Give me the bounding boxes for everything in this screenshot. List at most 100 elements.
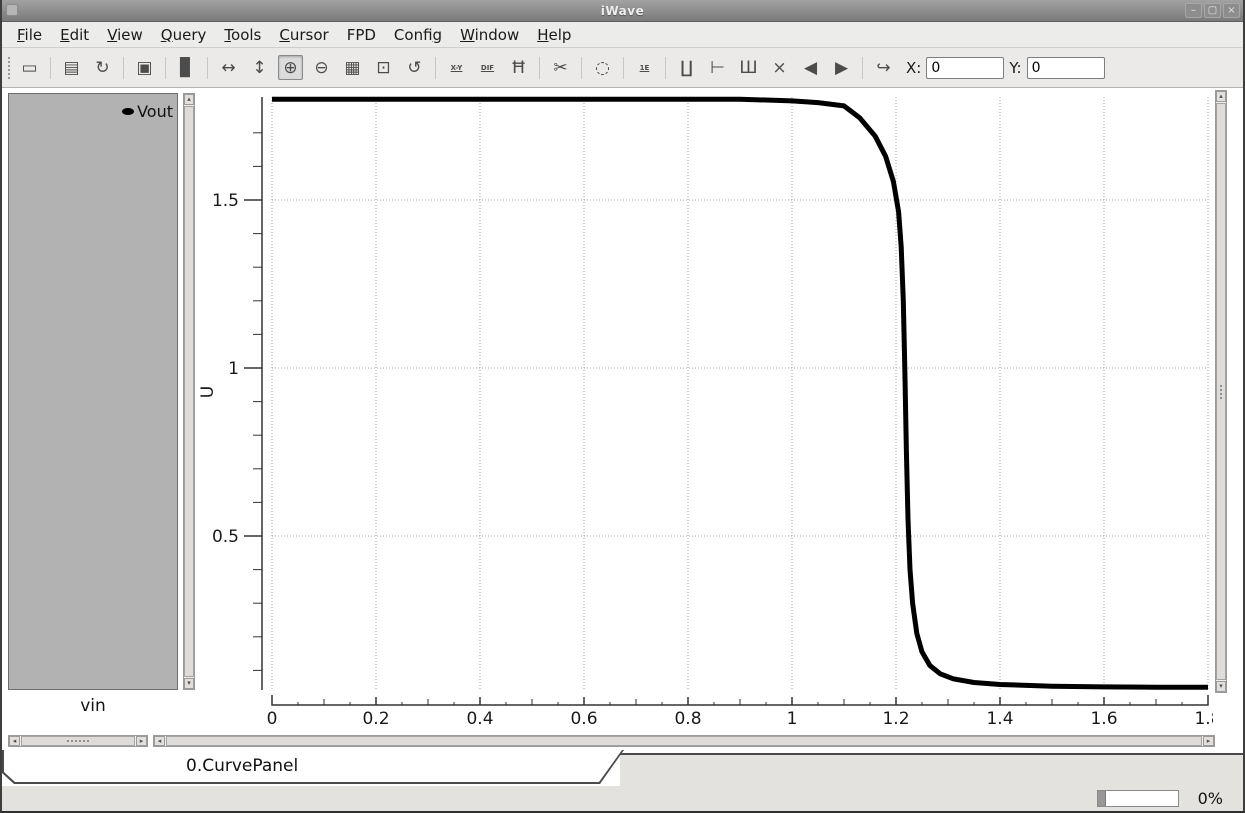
toolbar-separator: [665, 57, 666, 79]
svg-text:1.6: 1.6: [1090, 709, 1117, 729]
xy-plot-icon[interactable]: X-Y: [444, 55, 469, 80]
title-bar[interactable]: iWave – ▢ ×: [2, 0, 1243, 22]
toolbar-separator: [539, 57, 540, 79]
scroll-right-icon[interactable]: ▸: [1203, 736, 1214, 746]
tab-curvepanel[interactable]: 0.CurvePanel: [2, 750, 624, 784]
y-coordinate-label: Y:: [1009, 59, 1021, 77]
toolbar-separator: [123, 57, 124, 79]
probe-icon[interactable]: ✂: [548, 55, 573, 80]
scroll-down-icon[interactable]: ▾: [1216, 681, 1226, 692]
open-folder-icon[interactable]: ▤: [59, 55, 84, 80]
main-area: Vout ▴ ▾ 0.511.5U ▴ ▾ 00.20.40.60.811.21…: [2, 88, 1243, 750]
menu-help[interactable]: Help: [528, 24, 580, 46]
plot-horizontal-scrollbar[interactable]: ◂ ▸: [153, 735, 1215, 747]
x-coordinate-input[interactable]: [926, 57, 1004, 79]
scroll-up-icon[interactable]: ▴: [1216, 91, 1226, 102]
svg-text:0.6: 0.6: [570, 709, 597, 729]
toolbar-separator: [581, 57, 582, 79]
menu-view[interactable]: View: [98, 24, 152, 46]
toolbar-separator: [207, 57, 208, 79]
vout-series-label: Vout: [137, 102, 173, 121]
dif-icon[interactable]: DIF: [475, 55, 500, 80]
zoom-region-icon[interactable]: ⊡: [371, 55, 396, 80]
menu-config[interactable]: Config: [385, 24, 451, 46]
toolbar-drag-handle[interactable]: [8, 57, 12, 79]
toolbar-separator: [862, 57, 863, 79]
toolbar-separator: [623, 57, 624, 79]
new-window-icon[interactable]: ▭: [17, 55, 42, 80]
status-bar: 0%: [2, 786, 1243, 811]
scrollbar-thumb[interactable]: [184, 106, 194, 677]
menu-fpd[interactable]: FPD: [338, 24, 385, 46]
menu-edit[interactable]: Edit: [51, 24, 98, 46]
grid-toggle-icon[interactable]: ▦: [340, 55, 365, 80]
fit-vertical-icon[interactable]: ↕: [247, 55, 272, 80]
exit-icon[interactable]: ↪: [871, 55, 896, 80]
remove-wave-icon[interactable]: ×: [767, 55, 792, 80]
plot-svg: 0.511.5U: [197, 90, 1213, 693]
progress-percent-label: 0%: [1198, 789, 1223, 808]
window-icon: [6, 4, 18, 16]
progress-bar: [1097, 790, 1179, 807]
toolbar: ▭ ▤↻ ▣ ▊ ↔↕⊕⊖▦⊡↺ X-YDIFĦ ✂ ◌ 1E ∐⊢Ш×◀▶ ↪ X: Y:: [2, 48, 1243, 88]
prev-wave-icon[interactable]: ◀: [798, 55, 823, 80]
scrollbar-thumb[interactable]: [1216, 103, 1226, 680]
toolbar-separator: [165, 57, 166, 79]
wave-high-icon[interactable]: ⊢: [705, 55, 730, 80]
measure-icon[interactable]: Ħ: [506, 55, 531, 80]
minimize-button[interactable]: –: [1185, 3, 1202, 18]
toolbar-separator: [50, 57, 51, 79]
menu-tools[interactable]: Tools: [215, 24, 270, 46]
plot-vertical-scrollbar[interactable]: ▴ ▾: [1215, 90, 1227, 693]
scroll-left-icon[interactable]: ◂: [154, 736, 165, 746]
scroll-up-icon[interactable]: ▴: [184, 94, 194, 105]
x-axis-svg: 00.20.40.60.811.21.41.61.8: [197, 693, 1213, 731]
maximize-button[interactable]: ▢: [1204, 3, 1221, 18]
refresh-icon[interactable]: ↻: [90, 55, 115, 80]
svg-text:U: U: [198, 386, 218, 398]
window-title: iWave: [601, 4, 644, 18]
svg-text:0.4: 0.4: [466, 709, 493, 729]
plot-canvas[interactable]: 0.511.5U: [197, 90, 1213, 693]
wave-multi-icon[interactable]: Ш: [736, 55, 761, 80]
wave-low-icon[interactable]: ∐: [674, 55, 699, 80]
zoom-in-icon[interactable]: ⊕: [278, 55, 303, 80]
cursor-coordinate-fields: X: Y:: [906, 57, 1105, 79]
delete-icon[interactable]: ▊: [174, 55, 199, 80]
menu-query[interactable]: Query: [152, 24, 216, 46]
menu-cursor[interactable]: Cursor: [270, 24, 337, 46]
tab-bar-filler: [620, 753, 1243, 786]
iwave-window: iWave – ▢ × FileEditViewQueryToolsCursor…: [0, 0, 1245, 813]
vout-series-marker-icon: [122, 108, 134, 115]
next-wave-icon[interactable]: ▶: [829, 55, 854, 80]
svg-text:0.2: 0.2: [362, 709, 389, 729]
scroll-right-icon[interactable]: ▸: [136, 736, 147, 746]
legend-vertical-scrollbar[interactable]: ▴ ▾: [183, 93, 195, 690]
svg-text:1: 1: [228, 359, 239, 379]
tooltip-icon[interactable]: ◌: [590, 55, 615, 80]
menu-file[interactable]: File: [8, 24, 51, 46]
print-icon[interactable]: ▣: [132, 55, 157, 80]
legend-horizontal-scrollbar[interactable]: ◂ ▸: [8, 735, 148, 747]
legend-item-vout[interactable]: Vout: [122, 102, 173, 121]
scroll-left-icon[interactable]: ◂: [9, 736, 20, 746]
toolbar-separator: [435, 57, 436, 79]
fit-horizontal-icon[interactable]: ↔: [216, 55, 241, 80]
undo-zoom-icon[interactable]: ↺: [402, 55, 427, 80]
logic-edge-icon[interactable]: 1E: [632, 55, 657, 80]
menu-window[interactable]: Window: [451, 24, 528, 46]
close-button[interactable]: ×: [1223, 3, 1240, 18]
svg-text:1.5: 1.5: [212, 191, 239, 211]
scroll-down-icon[interactable]: ▾: [184, 678, 194, 689]
scrollbar-thumb[interactable]: [166, 736, 1202, 746]
x-coordinate-label: X:: [906, 59, 921, 77]
signal-legend-panel[interactable]: Vout: [8, 93, 178, 690]
y-coordinate-input[interactable]: [1027, 57, 1105, 79]
toolbar-icons: ▭ ▤↻ ▣ ▊ ↔↕⊕⊖▦⊡↺ X-YDIFĦ ✂ ◌ 1E ∐⊢Ш×◀▶ ↪: [17, 55, 896, 80]
scrollbar-thumb[interactable]: [21, 736, 135, 746]
zoom-out-icon[interactable]: ⊖: [309, 55, 334, 80]
tab-curvepanel-label: 0.CurvePanel: [186, 756, 298, 776]
progress-bar-fill: [1098, 791, 1106, 806]
svg-text:0: 0: [267, 709, 278, 729]
svg-text:0.8: 0.8: [674, 709, 701, 729]
